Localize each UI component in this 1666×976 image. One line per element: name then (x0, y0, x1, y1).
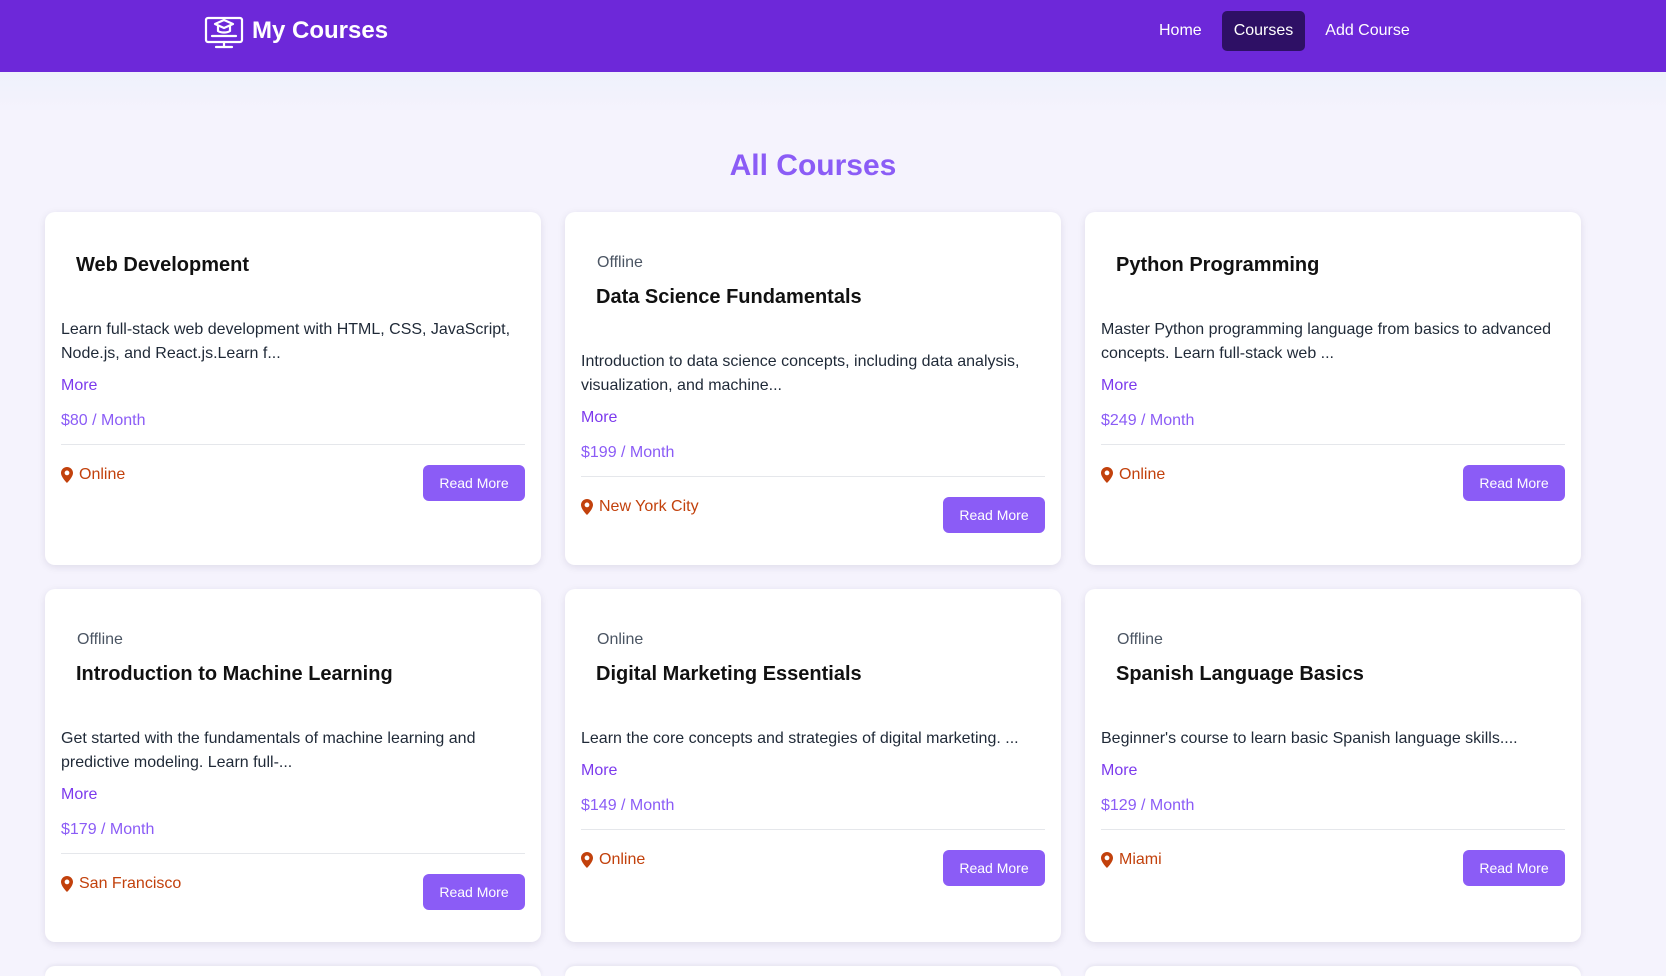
course-price: $149 / Month (581, 797, 675, 814)
course-location: Online (581, 851, 645, 869)
location-label: Miami (1119, 851, 1162, 868)
course-description: Beginner's course to learn basic Spanish… (1101, 730, 1518, 747)
course-description: Master Python programming language from … (1101, 321, 1552, 362)
course-card: Offline Spanish Language Basics Beginner… (1085, 589, 1581, 942)
more-link[interactable]: More (61, 377, 97, 395)
more-link[interactable]: More (581, 762, 617, 780)
navbar: My Courses Home Courses Add Course (0, 0, 1666, 72)
course-location: Online (1101, 466, 1165, 484)
location-pin-icon (1101, 467, 1113, 483)
card-divider (581, 476, 1045, 477)
next-row-card-edge (45, 966, 541, 976)
course-location: Miami (1101, 851, 1162, 869)
course-card: Python Programming Master Python program… (1085, 212, 1581, 565)
next-row-card-edge (1085, 966, 1581, 976)
course-description: Get started with the fundamentals of mac… (61, 730, 476, 771)
course-title: Python Programming (1116, 254, 1320, 276)
card-divider (61, 444, 525, 445)
course-location: San Francisco (61, 875, 181, 893)
read-more-button[interactable]: Read More (423, 874, 525, 910)
course-mode: Offline (77, 631, 123, 648)
course-location: Online (61, 466, 125, 484)
course-title: Data Science Fundamentals (596, 286, 862, 308)
course-mode: Online (597, 631, 644, 648)
course-description: Learn the core concepts and strategies o… (581, 730, 1019, 747)
more-link[interactable]: More (1101, 762, 1137, 780)
nav-add-course[interactable]: Add Course (1313, 11, 1422, 51)
location-label: Online (599, 851, 646, 868)
course-price: $179 / Month (61, 821, 155, 838)
hero-band (0, 72, 1666, 112)
read-more-button[interactable]: Read More (943, 497, 1045, 533)
course-price: $249 / Month (1101, 412, 1195, 429)
read-more-button[interactable]: Read More (423, 465, 525, 501)
location-pin-icon (581, 499, 593, 515)
card-divider (581, 829, 1045, 830)
card-divider (61, 853, 525, 854)
page-title: All Courses (729, 149, 897, 182)
course-description: Introduction to data science concepts, i… (581, 353, 1020, 394)
nav-courses[interactable]: Courses (1221, 11, 1306, 51)
course-description: Learn full-stack web development with HT… (61, 321, 511, 362)
location-pin-icon (1101, 852, 1113, 868)
course-title: Digital Marketing Essentials (596, 663, 862, 685)
more-link[interactable]: More (61, 786, 97, 804)
course-title: Introduction to Machine Learning (76, 663, 393, 685)
location-label: Online (79, 466, 126, 483)
course-title: Web Development (76, 254, 249, 276)
location-label: Online (1119, 466, 1166, 483)
course-price: $199 / Month (581, 444, 675, 461)
course-card: Offline Introduction to Machine Learning… (45, 589, 541, 942)
course-location: New York City (581, 498, 699, 516)
course-card: Online Digital Marketing Essentials Lear… (565, 589, 1061, 942)
course-mode: Offline (597, 254, 643, 271)
location-pin-icon (581, 852, 593, 868)
course-price: $80 / Month (61, 412, 146, 429)
read-more-button[interactable]: Read More (1463, 850, 1565, 886)
course-card: Web Development Learn full-stack web dev… (45, 212, 541, 565)
nav-links: Home Courses Add Course (1147, 11, 1430, 51)
read-more-button[interactable]: Read More (943, 850, 1045, 886)
course-price: $129 / Month (1101, 797, 1195, 814)
location-pin-icon (61, 467, 73, 483)
card-divider (1101, 444, 1565, 445)
course-card: Offline Data Science Fundamentals Introd… (565, 212, 1061, 565)
brand-link[interactable]: My Courses (204, 10, 388, 52)
location-pin-icon (61, 876, 73, 892)
location-label: New York City (599, 498, 699, 515)
read-more-button[interactable]: Read More (1463, 465, 1565, 501)
card-divider (1101, 829, 1565, 830)
brand-title: My Courses (252, 17, 389, 44)
more-link[interactable]: More (1101, 377, 1137, 395)
nav-home[interactable]: Home (1147, 11, 1214, 51)
course-grid: Web Development Learn full-stack web dev… (45, 212, 1581, 942)
next-row-card-edge (565, 966, 1061, 976)
course-monitor-icon (204, 12, 244, 50)
course-mode: Offline (1117, 631, 1163, 648)
location-label: San Francisco (79, 875, 182, 892)
more-link[interactable]: More (581, 409, 617, 427)
course-title: Spanish Language Basics (1116, 663, 1364, 685)
